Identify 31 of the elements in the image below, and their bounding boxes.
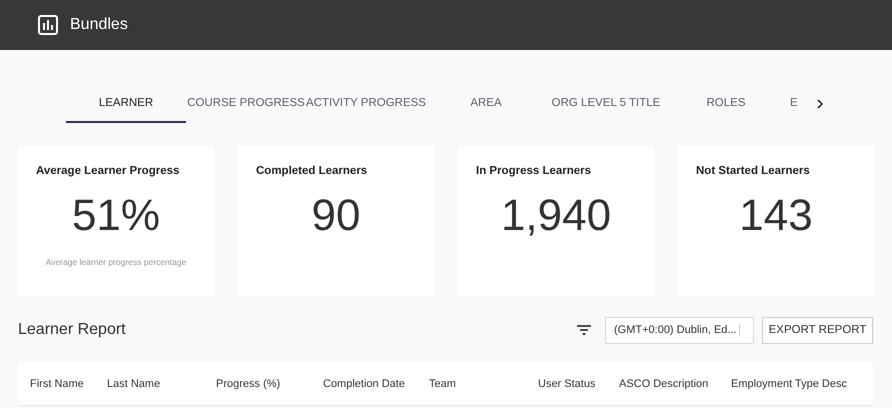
report-title: Learner Report [18, 321, 127, 339]
stat-value: 1,940 [500, 191, 612, 241]
tab[interactable]: AREA [426, 85, 546, 123]
tab[interactable]: ROLES [666, 85, 786, 123]
column-header[interactable]: User Status [538, 378, 619, 390]
card-title: In Progress Learners [476, 165, 592, 177]
filter-icon[interactable] [577, 325, 591, 335]
column-header[interactable]: Team [429, 378, 538, 390]
card-title: Not Started Learners [696, 165, 811, 177]
tab[interactable]: COURSE PROGRESS [186, 85, 306, 123]
column-header[interactable]: Completion Date [323, 378, 429, 390]
card-title: Completed Learners [256, 165, 368, 177]
chevron-right-icon[interactable] [816, 99, 824, 109]
tab[interactable]: ACTIVITY PROGRESS [306, 85, 426, 123]
bar-chart-icon [38, 15, 58, 35]
column-header[interactable]: Progress (%) [216, 378, 323, 390]
card-caption: Average learner progress percentage [44, 257, 188, 267]
card-title: Average Learner Progress [36, 165, 180, 177]
stat-value: 51% [70, 191, 162, 241]
column-header[interactable]: ASCO Description [619, 378, 731, 390]
app-title: Bundles [70, 16, 128, 34]
tab[interactable]: ORG LEVEL 5 TITLE [546, 85, 666, 123]
stat-value: 143 [738, 191, 814, 241]
column-header[interactable]: Last Name [107, 378, 216, 390]
column-header[interactable]: Employment Type Desc [731, 378, 871, 390]
tab[interactable]: LEARNER [66, 85, 186, 123]
export-report-button[interactable]: EXPORT REPORT [762, 316, 873, 344]
tab[interactable]: E [786, 85, 816, 123]
column-header[interactable]: First Name [30, 378, 107, 390]
stat-value: 90 [310, 191, 362, 241]
timezone-select[interactable]: (GMT+0:00) Dublin, Ed... [605, 316, 754, 344]
